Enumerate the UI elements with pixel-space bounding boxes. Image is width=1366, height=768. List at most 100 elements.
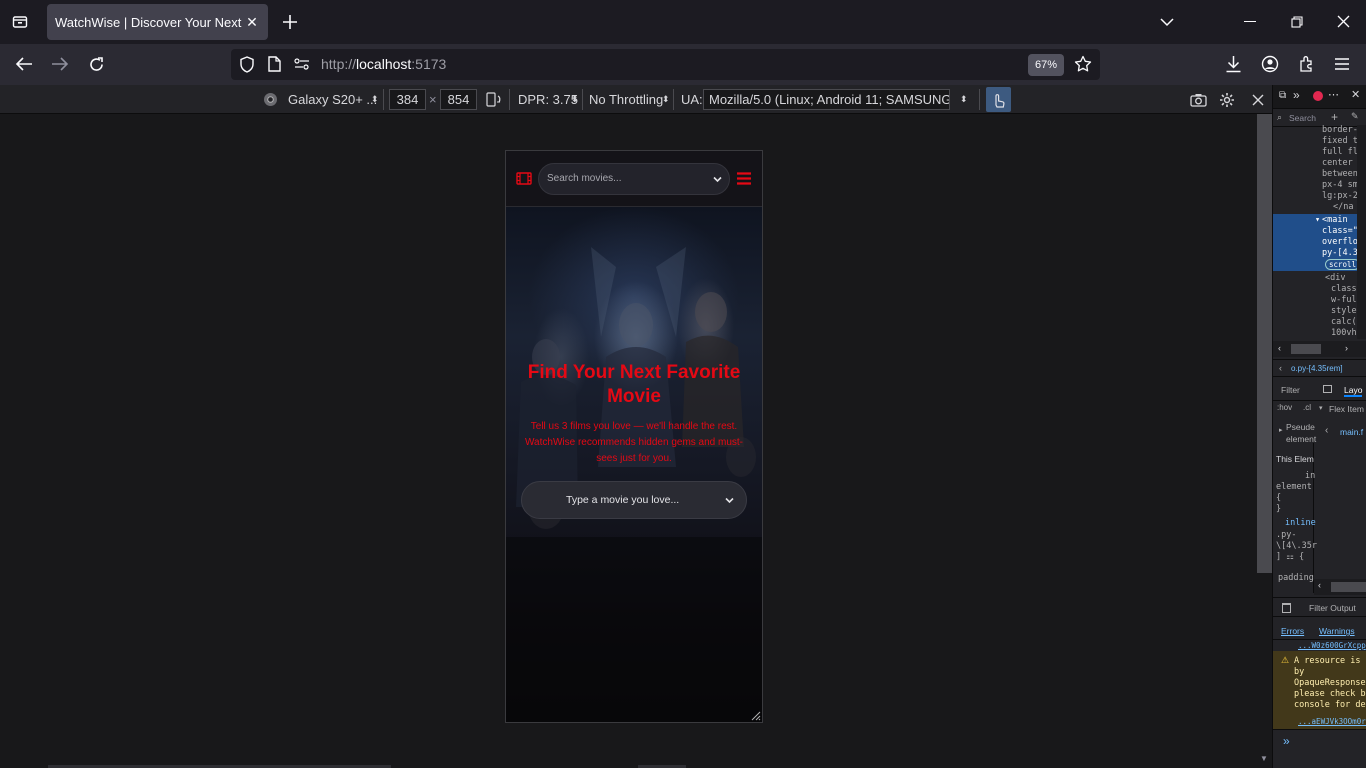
add-node-icon[interactable]: +	[1331, 110, 1338, 124]
breadcrumb-item[interactable]: o.py-[4.35rem]	[1291, 364, 1343, 373]
throttling-selector[interactable]: No Throttling	[589, 92, 663, 107]
errors-filter[interactable]: Errors	[1281, 626, 1304, 636]
tab-close-icon[interactable]: ✕	[244, 14, 260, 30]
scroll-left-icon[interactable]: ‹	[1318, 580, 1321, 590]
close-devtools-icon[interactable]: ✕	[1351, 88, 1360, 101]
console-source-link[interactable]: ...W0z600GrXcpp	[1298, 640, 1366, 651]
url-host: localhost	[356, 56, 412, 72]
markup-line: </na	[1333, 202, 1354, 212]
disclosure-icon[interactable]: ▸	[1279, 426, 1283, 434]
touch-simulation-button[interactable]	[986, 87, 1011, 112]
permissions-icon[interactable]	[294, 58, 310, 70]
touch-icon	[995, 94, 1005, 108]
resize-handle-icon[interactable]	[751, 711, 761, 721]
url-bar[interactable]: http://localhost:5173 67%	[231, 49, 1100, 80]
tab-bar: WatchWise | Discover Your Next Fav ✕	[0, 0, 1366, 44]
scroll-down-icon[interactable]: ▼	[1260, 754, 1270, 764]
separator	[383, 89, 384, 110]
close-rdm-icon[interactable]	[1252, 94, 1264, 106]
trash-icon[interactable]	[1282, 603, 1291, 613]
scroll-right-icon[interactable]: ›	[1345, 343, 1348, 353]
markup-line: px-4 sm	[1322, 180, 1358, 190]
restore-icon[interactable]	[1291, 16, 1303, 28]
account-icon[interactable]	[1261, 55, 1279, 73]
screenshot-icon[interactable]	[1190, 93, 1207, 107]
hero-subtitle: Tell us 3 films you love — we'll handle …	[524, 421, 744, 464]
rule-line: in	[1305, 471, 1316, 481]
layout-tab-bar: Layo	[1313, 381, 1366, 401]
device-dropdown-icon[interactable]: ⬍	[371, 94, 379, 105]
markup-scrollbar[interactable]	[1357, 125, 1366, 339]
class-toggle[interactable]: .cl	[1303, 403, 1311, 412]
settings-icon[interactable]	[1219, 92, 1235, 108]
more-tabs-icon[interactable]: »	[1293, 88, 1300, 102]
extensions-icon[interactable]	[1298, 55, 1315, 73]
hscroll-thumb[interactable]	[1331, 582, 1366, 592]
list-all-tabs-icon[interactable]	[1160, 15, 1174, 29]
back-icon[interactable]	[15, 56, 33, 72]
chevron-down-icon[interactable]	[725, 497, 734, 504]
selected-markup-node[interactable]: ▾ <main class=" overflo py-[4.3 scroll	[1273, 214, 1366, 271]
markup-line: fixed t	[1322, 136, 1358, 146]
chevron-down-icon[interactable]	[713, 176, 722, 183]
close-window-icon[interactable]	[1337, 15, 1350, 28]
console-input[interactable]: »	[1273, 729, 1366, 755]
zoom-indicator[interactable]: 67%	[1028, 54, 1064, 76]
device-selector[interactable]: Galaxy S20+ ...	[288, 92, 377, 107]
viewport-width-input[interactable]: 384	[389, 89, 426, 110]
bookmark-star-icon[interactable]	[1074, 55, 1092, 73]
reload-icon[interactable]	[88, 56, 105, 73]
dpr-dropdown-icon[interactable]: ⬍	[571, 94, 579, 105]
rules-filter-input[interactable]: Filter	[1281, 385, 1300, 395]
stylesheet-link[interactable]: inline	[1285, 518, 1316, 529]
markup-line: <div	[1325, 273, 1346, 283]
rotate-viewport-icon[interactable]	[486, 92, 502, 107]
markup-hscrollbar[interactable]: ‹ ›	[1273, 341, 1366, 357]
new-tab-icon[interactable]	[281, 13, 299, 31]
viewport-height-input[interactable]: 854	[440, 89, 477, 110]
console-filter-input[interactable]: Filter Output	[1309, 603, 1356, 613]
error-count-icon[interactable]	[1313, 91, 1323, 101]
url-text[interactable]: http://localhost:5173	[321, 56, 446, 72]
throttling-dropdown-icon[interactable]: ⬍	[662, 94, 670, 105]
movie-search-input[interactable]: Search movies...	[538, 163, 730, 195]
scroll-left-icon[interactable]: ‹	[1278, 343, 1281, 353]
inspector-tab-icon[interactable]: ⧉	[1279, 90, 1286, 101]
markup-line: overflo	[1322, 237, 1358, 247]
flex-container-link[interactable]: main.f	[1340, 427, 1363, 437]
disclosure-icon[interactable]: ▾	[1315, 215, 1320, 226]
layout-hscrollbar[interactable]: ‹	[1314, 579, 1366, 595]
hover-toggle[interactable]: :hov	[1277, 403, 1292, 412]
flex-item-header[interactable]: Flex Item	[1329, 404, 1364, 414]
dpr-selector[interactable]: DPR: 3.75	[518, 92, 578, 107]
hamburger-menu-icon[interactable]	[737, 172, 751, 185]
rule-line: ] ⚏ {	[1276, 552, 1305, 562]
hscroll-thumb[interactable]	[1291, 344, 1321, 354]
devtools-options-icon[interactable]: ⋯	[1328, 88, 1339, 101]
pseudo-elements-label[interactable]: Pseude	[1286, 422, 1315, 432]
back-icon[interactable]: ‹	[1325, 425, 1328, 436]
markup-line: full fl	[1322, 147, 1358, 157]
minimize-icon[interactable]	[1244, 21, 1256, 22]
ua-dropdown-icon[interactable]: ⬍	[960, 94, 968, 105]
markup-search-input[interactable]: Search	[1289, 113, 1316, 123]
breadcrumb-left-icon[interactable]: ‹	[1279, 363, 1282, 373]
warnings-filter[interactable]: Warnings	[1319, 626, 1355, 636]
sidebar-toggle-icon[interactable]	[1323, 385, 1332, 393]
favorite-movie-input[interactable]: Type a movie you love...	[521, 481, 747, 519]
console-source-link[interactable]: ...aEWJVk3OOm0rK	[1298, 716, 1366, 727]
app-menu-icon[interactable]	[1335, 58, 1349, 70]
shield-icon[interactable]	[239, 56, 255, 73]
tab-list-icon[interactable]	[12, 14, 28, 30]
scroll-badge[interactable]: scroll	[1325, 259, 1361, 270]
browser-tab[interactable]: WatchWise | Discover Your Next Fav ✕	[47, 4, 268, 40]
downloads-icon[interactable]	[1225, 55, 1242, 73]
disclosure-icon[interactable]: ▾	[1319, 404, 1323, 412]
film-logo-icon[interactable]	[516, 172, 532, 185]
vertical-scrollbar-thumb[interactable]	[1257, 114, 1272, 573]
tab-layout[interactable]: Layo	[1344, 385, 1363, 397]
user-agent-input[interactable]: Mozilla/5.0 (Linux; Android 11; SAMSUNG …	[703, 89, 950, 110]
forward-icon[interactable]	[51, 56, 69, 72]
pick-element-icon[interactable]: ✎	[1351, 111, 1359, 122]
page-info-icon[interactable]	[268, 56, 281, 72]
